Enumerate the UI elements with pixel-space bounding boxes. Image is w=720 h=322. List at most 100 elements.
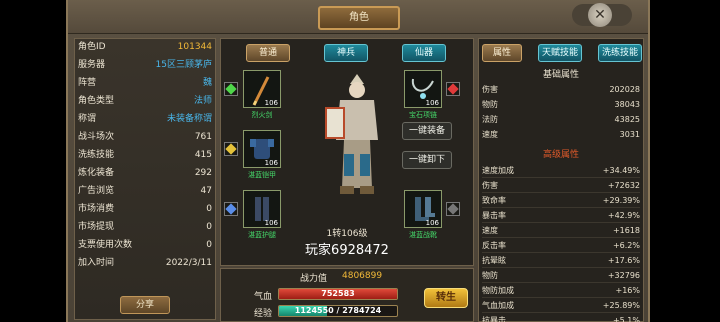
gem-socket-icon[interactable]: [224, 82, 238, 96]
info-value: 761: [194, 132, 212, 142]
tab-divine-weapon[interactable]: 神兵: [324, 44, 368, 62]
hp-bar: 752583: [278, 288, 398, 300]
item-level: 106: [264, 219, 278, 227]
item-name: 宝石项链: [409, 111, 437, 119]
attribute-row: 伤害 +72632: [482, 178, 640, 193]
attribute-label: 物防: [482, 271, 498, 280]
info-value: 魏: [202, 78, 212, 88]
gem-socket-icon[interactable]: [224, 142, 238, 156]
window-title: 角色: [318, 6, 400, 30]
info-value: 0: [206, 222, 212, 232]
attribute-value: +32796: [607, 271, 640, 280]
info-label: 服务器: [78, 60, 106, 70]
character-level: 1转106级: [326, 229, 368, 239]
gem-socket-icon[interactable]: [446, 82, 460, 96]
info-row: 广告浏览 47: [78, 183, 212, 200]
attribute-value: 3031: [619, 130, 640, 139]
attribute-row: 速度 +1618: [482, 223, 640, 238]
attribute-label: 物防: [482, 100, 498, 109]
tab-immortal-artifact[interactable]: 仙器: [402, 44, 446, 62]
exp-label: 经验: [254, 309, 273, 319]
attribute-value: +29.39%: [602, 196, 640, 205]
info-value: 292: [194, 168, 212, 178]
gem-socket-icon[interactable]: [224, 202, 238, 216]
attribute-label: 致命率: [482, 196, 506, 205]
attribute-value: 43825: [614, 115, 640, 124]
info-row: 炼化装备 292: [78, 165, 212, 182]
equip-slot-leggings[interactable]: 106: [243, 190, 281, 228]
info-row: 洗练技能 415: [78, 147, 212, 164]
unequip-all-button[interactable]: 一键卸下: [402, 151, 452, 169]
attribute-label: 速度: [482, 226, 498, 235]
item-level: 106: [264, 99, 278, 107]
info-label: 角色ID: [78, 42, 106, 52]
info-row: 角色类型 法师: [78, 93, 212, 110]
item-level: 106: [264, 159, 278, 167]
attribute-label: 反击率: [482, 241, 506, 250]
info-label: 支票使用次数: [78, 240, 133, 250]
attribute-row: 物防加成 +16%: [482, 283, 640, 298]
attribute-value: +25.89%: [602, 301, 640, 310]
tab-attributes[interactable]: 属性: [482, 44, 522, 62]
attribute-label: 伤害: [482, 85, 498, 94]
tab-talent-skills[interactable]: 天赋技能: [538, 44, 582, 62]
rebirth-button[interactable]: 转生: [424, 288, 468, 308]
attribute-row: 抗晕眩 +17.6%: [482, 253, 640, 268]
attribute-row: 速度加成 +34.49%: [482, 163, 640, 178]
item-name: 烈火剑: [251, 111, 273, 119]
close-icon[interactable]: ✕: [588, 3, 612, 27]
equip-all-button[interactable]: 一键装备: [402, 122, 452, 140]
attribute-row: 伤害 202028: [482, 82, 640, 97]
attribute-row: 抗暴击 +5.1%: [482, 313, 640, 322]
attribute-label: 抗晕眩: [482, 256, 506, 265]
attribute-row: 反击率 +6.2%: [482, 238, 640, 253]
info-row: 加入时间 2022/3/11: [78, 255, 212, 272]
info-row: 角色ID 101344: [78, 39, 212, 56]
item-name: 湛蓝铠甲: [248, 171, 276, 179]
attribute-row: 气血加成 +25.89%: [482, 298, 640, 313]
gem-socket-icon[interactable]: [446, 202, 460, 216]
player-name: 玩家6928472: [305, 243, 389, 258]
attribute-label: 伤害: [482, 181, 498, 190]
power-label: 战力值: [300, 274, 328, 284]
equip-slot-boots[interactable]: 106: [404, 190, 442, 228]
attribute-value: +5.1%: [612, 316, 640, 322]
item-name: 湛蓝护腿: [248, 231, 276, 239]
info-label: 称谓: [78, 114, 97, 124]
info-value: 15区三顾茅庐: [155, 60, 212, 70]
attribute-value: +34.49%: [602, 166, 640, 175]
info-label: 市场消费: [78, 204, 115, 214]
attribute-label: 速度: [482, 130, 498, 139]
info-label: 广告浏览: [78, 186, 115, 196]
info-value: 0: [206, 204, 212, 214]
info-label: 加入时间: [78, 258, 115, 268]
attribute-label: 暴击率: [482, 211, 506, 220]
equip-slot-weapon[interactable]: 106: [243, 70, 281, 108]
attribute-value: 202028: [609, 85, 640, 94]
info-row: 战斗场次 761: [78, 129, 212, 146]
share-button[interactable]: 分享: [120, 296, 170, 314]
info-label: 角色类型: [78, 96, 115, 106]
info-row: 市场消费 0: [78, 201, 212, 218]
attribute-label: 物防加成: [482, 286, 514, 295]
attribute-label: 速度加成: [482, 166, 514, 175]
info-row: 称谓 未装备称谓: [78, 111, 212, 128]
info-label: 阵营: [78, 78, 97, 88]
attribute-value: +42.9%: [607, 211, 640, 220]
attribute-row: 物防 38043: [482, 97, 640, 112]
info-value: 101344: [177, 42, 212, 52]
tab-refine-skills[interactable]: 洗练技能: [598, 44, 642, 62]
attribute-row: 法防 43825: [482, 112, 640, 127]
attribute-row: 速度 3031: [482, 127, 640, 142]
equip-slot-necklace[interactable]: 106: [404, 70, 442, 108]
base-attributes-title: 基础属性: [542, 70, 579, 80]
tab-normal[interactable]: 普通: [246, 44, 290, 62]
hp-value: 752583: [321, 289, 355, 298]
attribute-row: 致命率 +29.39%: [482, 193, 640, 208]
attribute-value: +1618: [612, 226, 640, 235]
info-value: 415: [194, 150, 212, 160]
equip-slot-armor[interactable]: 106: [243, 130, 281, 168]
attribute-value: +72632: [607, 181, 640, 190]
item-level: 106: [425, 219, 439, 227]
info-label: 洗练技能: [78, 150, 115, 160]
